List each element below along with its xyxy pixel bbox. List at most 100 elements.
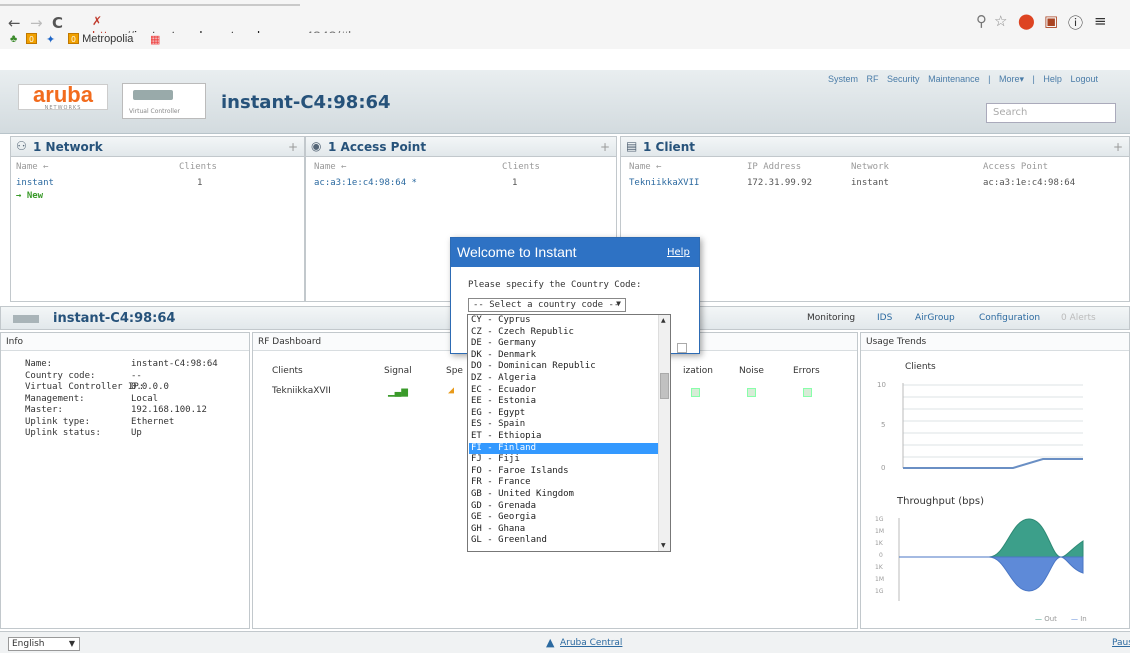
nav-divider: | <box>988 74 991 84</box>
nav-divider: | <box>1032 74 1035 84</box>
errors-indicator <box>803 388 812 397</box>
alerts-badge[interactable]: 0 Alerts <box>1061 313 1096 323</box>
country-option[interactable]: EC - Ecuador <box>469 385 659 397</box>
noise-indicator <box>747 388 756 397</box>
info-key: Management: <box>25 393 85 404</box>
windows-icon[interactable]: ▦ <box>150 33 160 46</box>
network-name[interactable]: instant <box>16 178 54 188</box>
nav-maintenance[interactable]: Maintenance <box>928 74 980 84</box>
throughput-tick: 1K <box>875 540 884 547</box>
country-option[interactable]: FI - Finland <box>469 442 659 455</box>
country-option[interactable]: DE - Germany <box>469 338 659 350</box>
info-key: Master: <box>25 405 63 415</box>
country-option[interactable]: GE - Georgia <box>469 512 659 524</box>
country-option[interactable]: GB - United Kingdom <box>469 489 659 501</box>
tab-monitoring[interactable]: Monitoring <box>807 313 855 323</box>
tab-configuration[interactable]: Configuration <box>979 313 1040 323</box>
col-access-point[interactable]: Access Point <box>983 162 1048 172</box>
scroll-down-icon[interactable]: ▼ <box>661 542 666 549</box>
country-prompt: Please specify the Country Code: <box>468 280 642 290</box>
controller-device-icon <box>133 90 173 100</box>
nav-system[interactable]: System <box>828 74 858 84</box>
access-points-title: 1 Access Point <box>328 140 427 154</box>
throughput-tick: 0 <box>879 552 883 559</box>
bookmark-icon[interactable]: ♣ <box>10 33 17 45</box>
add-client-icon[interactable]: + <box>1113 140 1123 154</box>
new-network-button[interactable]: → New <box>16 191 43 201</box>
chevron-down-icon: ▼ <box>616 299 621 308</box>
aruba-central-link[interactable]: Aruba Central <box>560 638 622 648</box>
nav-security[interactable]: Security <box>887 74 920 84</box>
address-bar[interactable]: ✗ https://instant.arubanetworks.com:4343… <box>92 12 383 44</box>
menu-icon[interactable]: ≡ <box>1094 12 1107 30</box>
col-name[interactable]: Name ← <box>314 162 347 172</box>
reload-icon[interactable]: C <box>52 14 63 32</box>
pause-link[interactable]: Paus <box>1112 638 1130 648</box>
country-option[interactable]: GH - Ghana <box>469 524 659 536</box>
country-option[interactable]: EG - Egypt <box>469 408 659 420</box>
country-option[interactable]: FR - France <box>469 477 659 489</box>
col-ip-address[interactable]: IP Address <box>747 162 801 172</box>
col-name[interactable]: Name ← <box>16 162 49 172</box>
dialog-control[interactable] <box>677 343 687 353</box>
tab-ids[interactable]: IDS <box>877 313 892 323</box>
country-option[interactable]: GD - Grenada <box>469 501 659 513</box>
dropdown-scrollbar[interactable]: ▲ ▼ <box>658 315 670 551</box>
opera-icon[interactable]: ⬤ <box>1018 12 1035 30</box>
location-icon[interactable]: ⚲ <box>976 12 987 30</box>
legend-in-label: In <box>1080 615 1087 623</box>
country-dropdown-list[interactable]: CY - Cyprus CZ - Czech Republic DE - Germa… <box>467 314 671 552</box>
insecure-lock-icon: ✗ <box>92 14 103 28</box>
info-key: Virtual Controller IP: <box>25 382 145 392</box>
add-access-point-icon[interactable]: + <box>600 140 610 154</box>
access-point-icon: ◉ <box>311 139 322 153</box>
usage-trends-panel: Usage Trends Clients 10 5 0 Throughput (… <box>860 332 1130 629</box>
scroll-up-icon[interactable]: ▲ <box>661 317 666 324</box>
bookmark-metropolia[interactable]: 0 Metropolia <box>68 33 133 45</box>
dropbox-icon[interactable]: ✦ <box>46 33 55 46</box>
nav-help[interactable]: Help <box>1043 74 1062 84</box>
nav-more[interactable]: More▾ <box>999 74 1024 84</box>
country-option[interactable]: EE - Estonia <box>469 396 659 408</box>
app-header: aruba NETWORKS Virtual Controller instan… <box>0 70 1130 134</box>
country-option[interactable]: FJ - Fiji <box>469 454 659 466</box>
col-clients[interactable]: Clients <box>179 162 217 172</box>
scroll-thumb[interactable] <box>660 373 669 399</box>
country-option[interactable]: CY - Cyprus <box>469 315 659 327</box>
country-option[interactable]: DK - Denmark <box>469 350 659 362</box>
top-nav: System RF Security Maintenance | More▾ |… <box>828 74 1104 85</box>
add-network-icon[interactable]: + <box>288 140 298 154</box>
country-option[interactable]: DZ - Algeria <box>469 373 659 385</box>
info-value: instant-C4:98:64 <box>131 359 218 369</box>
client-name[interactable]: TekniikkaXVII <box>629 178 699 188</box>
legend-out-label: Out <box>1044 615 1057 623</box>
language-select[interactable]: English ▼ <box>8 637 80 651</box>
bookmark-0-icon[interactable]: 0 <box>26 33 37 44</box>
legend-out: — Out <box>1035 615 1057 623</box>
country-code-select[interactable]: -- Select a country code -- ▼ <box>468 298 626 312</box>
search-input[interactable]: Search <box>986 103 1116 123</box>
nav-logout[interactable]: Logout <box>1070 74 1098 84</box>
rf-col-utilization: ization <box>683 366 713 376</box>
country-option[interactable]: ET - Ethiopia <box>469 431 659 443</box>
col-name[interactable]: Name ← <box>629 162 662 172</box>
country-option[interactable]: CZ - Czech Republic <box>469 327 659 339</box>
extension-icon[interactable]: ▣ <box>1044 12 1058 30</box>
dialog-help-link[interactable]: Help <box>667 247 690 258</box>
bookmark-star-icon[interactable]: ☆ <box>994 12 1007 30</box>
country-option[interactable]: GL - Greenland <box>469 535 659 547</box>
access-point-name[interactable]: ac:a3:1e:c4:98:64 * <box>314 178 417 188</box>
country-option[interactable]: DO - Dominican Republic <box>469 361 659 373</box>
country-option[interactable]: ES - Spain <box>469 419 659 431</box>
nav-rf[interactable]: RF <box>867 74 879 84</box>
tab-airgroup[interactable]: AirGroup <box>915 313 955 323</box>
col-network[interactable]: Network <box>851 162 889 172</box>
forward-icon[interactable]: → <box>30 14 43 32</box>
col-clients[interactable]: Clients <box>502 162 540 172</box>
info-icon[interactable]: ⓘ <box>1068 12 1083 33</box>
country-option[interactable]: FO - Faroe Islands <box>469 466 659 478</box>
rf-client-name[interactable]: TekniikkaXVII <box>272 386 331 396</box>
info-key: Uplink type: <box>25 416 91 427</box>
back-icon[interactable]: ← <box>8 14 21 32</box>
clients-tick-0: 0 <box>881 464 885 472</box>
